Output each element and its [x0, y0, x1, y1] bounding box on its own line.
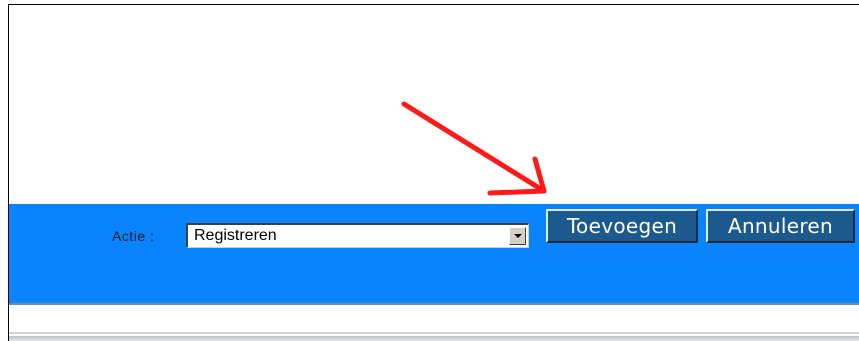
- add-button[interactable]: Toevoegen: [546, 209, 698, 243]
- footer-divider: [9, 332, 859, 334]
- action-label: Actie :: [112, 228, 155, 244]
- footer-edge: [9, 336, 859, 341]
- action-select-value: Registreren: [194, 227, 277, 244]
- chevron-down-icon[interactable]: [509, 227, 526, 245]
- action-select[interactable]: Registreren: [186, 223, 529, 248]
- content-area: [9, 5, 859, 204]
- cancel-button[interactable]: Annuleren: [706, 209, 855, 243]
